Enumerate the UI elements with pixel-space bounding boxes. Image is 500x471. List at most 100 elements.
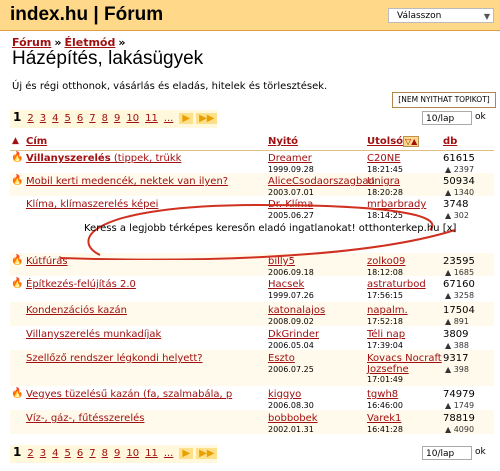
topic-title[interactable]: Kondenzációs kazán [26, 305, 127, 316]
topic-starter[interactable]: bobbobek [268, 413, 318, 424]
topic-title[interactable]: Víz-, gáz-, fűtésszerelés [26, 413, 144, 424]
topic-starter[interactable]: Dr. Klíma [268, 199, 313, 210]
forum-select[interactable]: Válasszon ▼ [388, 8, 494, 23]
start-date: 2006.07.25 [268, 365, 314, 374]
forum-select-value: Válasszon [397, 11, 442, 21]
page-link[interactable]: 10 [123, 448, 142, 459]
topic-starter[interactable]: DkGrinder [268, 329, 319, 340]
topic-title-tail: (tippek, trükk [110, 153, 182, 164]
page-link[interactable]: 8 [99, 113, 111, 124]
page-link[interactable]: 7 [86, 113, 98, 124]
topic-title[interactable]: Építkezés-felújítás 2.0 [26, 279, 136, 290]
last-user[interactable]: mrbarbrady [367, 199, 426, 210]
start-date: 2006.05.04 [268, 341, 314, 350]
page-link[interactable]: 5 [61, 113, 73, 124]
page-link[interactable]: 6 [74, 448, 86, 459]
last-user[interactable]: napalm. [367, 305, 408, 316]
topic-starter[interactable]: billy5 [268, 256, 295, 267]
last-user[interactable]: C20NE [367, 153, 401, 164]
col-count[interactable]: db [443, 136, 457, 147]
last-user[interactable]: Kovacs Nocraft Jozsefne [367, 353, 442, 375]
page-link[interactable]: 4 [49, 113, 61, 124]
last-user[interactable]: Varek1 [367, 413, 401, 424]
page-link[interactable]: 10 [123, 113, 142, 124]
page-link[interactable]: 6 [74, 113, 86, 124]
topic-title-text: Vegyes tüzelésű kazán (fa, szalmabála, p [26, 389, 233, 400]
page-title: Házépítés, lakásügyek [12, 48, 204, 69]
page-link[interactable]: 8 [99, 448, 111, 459]
sort-toggle-icon[interactable]: ▽▲ [403, 136, 420, 147]
new-count: ▲ 398 [445, 365, 469, 374]
ok-button-bottom[interactable]: ok [475, 447, 486, 457]
topic-title-text: Kútfúrás [26, 256, 68, 267]
ad-text[interactable]: Keress a legjobb térképes keresőn eladó … [84, 223, 440, 234]
col-title[interactable]: Cím [26, 136, 47, 147]
new-count: ▲ 388 [445, 341, 469, 350]
post-count: 78819 [443, 413, 475, 424]
per-page-select[interactable]: 10/lap [422, 111, 472, 125]
post-count: 23595 [443, 256, 475, 267]
page-link[interactable]: 11 [142, 448, 161, 459]
last-user[interactable]: zolko09 [367, 256, 405, 267]
topic-title[interactable]: Villanyszerelés (tippek, trükk [26, 153, 181, 164]
page-link[interactable]: 5 [61, 448, 73, 459]
page-link[interactable]: 3 [37, 113, 49, 124]
topic-starter[interactable]: katonalajos [268, 305, 325, 316]
page-link[interactable]: 2 [24, 113, 36, 124]
new-count: ▲ 302 [445, 211, 469, 220]
table-row: Klíma, klímaszerelés képei Dr. Klíma 2005.… [10, 196, 494, 220]
site-title[interactable]: index.hu | Fórum [10, 4, 163, 26]
sort-arrow-icon: ▲ [12, 136, 19, 146]
col-starter[interactable]: Nyitó [268, 136, 298, 147]
last-user[interactable]: tgwh8 [367, 389, 398, 400]
flame-icon: 🔥 [11, 278, 24, 289]
last-page-icon[interactable]: ▶▶ [196, 113, 218, 124]
ad-banner[interactable]: Keress a legjobb térképes keresőn eladó … [84, 223, 456, 234]
start-date: 2008.09.02 [268, 317, 314, 326]
last-time: 18:14:25 [367, 211, 403, 220]
table-row: 🔥 Villanyszerelés (tippek, trükk Dreamer 19… [10, 150, 494, 174]
topic-title[interactable]: Mobil kerti medencék, nektek van ilyen? [26, 176, 228, 187]
per-page-select-bottom[interactable]: 10/lap [422, 446, 472, 460]
last-page-icon[interactable]: ▶▶ [196, 448, 218, 459]
flame-icon: 🔥 [11, 175, 24, 186]
post-count: 50934 [443, 176, 475, 187]
page-link[interactable]: ... [161, 448, 177, 459]
last-user[interactable]: Unigra [367, 176, 400, 187]
topic-title[interactable]: Villanyszerelés munkadíjak [26, 329, 161, 340]
next-page-icon[interactable]: ▶ [179, 113, 194, 124]
page-link[interactable]: 11 [142, 113, 161, 124]
ad-close-button[interactable]: [x] [443, 223, 457, 234]
topic-title[interactable]: Szellőző rendszer légkondi helyett? [26, 353, 203, 364]
page-link[interactable]: 9 [111, 448, 123, 459]
page-link[interactable]: 9 [111, 113, 123, 124]
hide-topic-button[interactable]: [NEM NYITHAT TOPIKOT] [392, 92, 496, 108]
topic-title[interactable]: Kútfúrás [26, 256, 68, 267]
page-link[interactable]: 3 [37, 448, 49, 459]
table-row: Víz-, gáz-, fűtésszerelés bobbobek 2002.01… [10, 410, 494, 434]
topic-title[interactable]: Vegyes tüzelésű kazán (fa, szalmabála, p [26, 389, 232, 400]
page-link[interactable]: 2 [24, 448, 36, 459]
page-link[interactable]: 4 [49, 448, 61, 459]
page-link[interactable]: ... [161, 113, 177, 124]
table-header: ▲ Cím Nyitó Utolsó ▽▲ db [10, 134, 494, 151]
table-row: Kondenzációs kazán katonalajos 2008.09.02 n… [10, 302, 494, 326]
post-count: 3748 [443, 199, 469, 210]
post-count: 67160 [443, 279, 475, 290]
topic-starter[interactable]: kiggyo [268, 389, 301, 400]
col-last[interactable]: Utolsó [367, 136, 403, 147]
next-page-icon[interactable]: ▶ [179, 448, 194, 459]
topic-starter[interactable]: Hacsek [268, 279, 304, 290]
topic-starter[interactable]: Eszto [268, 353, 295, 364]
page-current: 1 [13, 445, 22, 459]
last-user[interactable]: astraturbod [367, 279, 426, 290]
flame-icon: 🔥 [11, 388, 24, 399]
last-user[interactable]: Téli nap [367, 329, 405, 340]
ok-button[interactable]: ok [475, 112, 486, 122]
topic-title[interactable]: Klíma, klímaszerelés képei [26, 199, 158, 210]
flame-icon: 🔥 [11, 255, 24, 266]
page-link[interactable]: 7 [86, 448, 98, 459]
topic-starter[interactable]: AliceCsodaorszagban [268, 176, 375, 187]
topic-starter[interactable]: Dreamer [268, 153, 312, 164]
topic-title-text: Mobil kerti medencék, nektek van ilyen? [26, 176, 229, 187]
